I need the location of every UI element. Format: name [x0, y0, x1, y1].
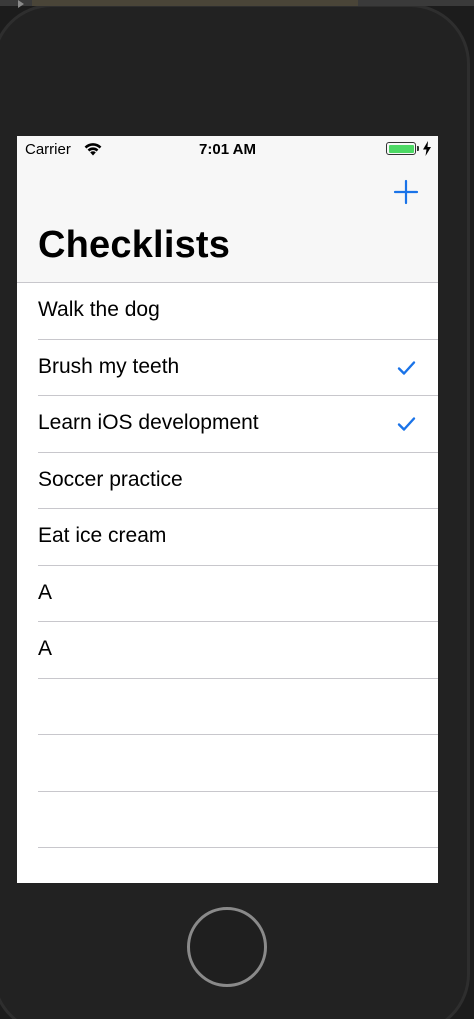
row-label: Learn iOS development [38, 411, 259, 434]
simulator-top-strip [0, 0, 474, 8]
table-row[interactable] [17, 679, 438, 735]
table-row[interactable]: Learn iOS development [17, 396, 438, 453]
page-title: Checklists [38, 224, 231, 266]
table-row[interactable]: Walk the dog [17, 283, 438, 340]
battery-nub [417, 146, 419, 151]
battery-fill [388, 144, 414, 153]
screen: Carrier 7:01 AM Checklists Walk the dog … [17, 136, 438, 883]
table-row[interactable]: A [17, 622, 438, 679]
row-label: A [38, 580, 53, 604]
table-row[interactable] [17, 792, 438, 848]
device-frame: Carrier 7:01 AM Checklists Walk the dog … [0, 0, 474, 1019]
charging-bolt-icon [423, 141, 431, 156]
checklist-table: Walk the dog Brush my teeth Learn iOS deve… [17, 283, 438, 883]
table-row[interactable]: Soccer practice [17, 453, 438, 509]
battery-icon [386, 142, 416, 155]
home-button[interactable] [187, 907, 267, 987]
row-label: Eat ice cream [38, 524, 167, 547]
status-time: 7:01 AM [199, 141, 256, 158]
add-item-button[interactable] [392, 178, 420, 206]
row-label: A [38, 637, 53, 660]
simulator-tab [32, 0, 358, 6]
checkmark-icon [397, 417, 416, 431]
navigation-bar: Checklists [17, 164, 438, 283]
table-row[interactable]: A [17, 566, 438, 622]
table-row[interactable]: Brush my teeth [17, 340, 438, 396]
status-bar: Carrier 7:01 AM [17, 136, 438, 164]
row-label: Brush my teeth [38, 354, 180, 378]
table-row[interactable] [17, 735, 438, 792]
row-label: Soccer practice [38, 467, 183, 491]
play-icon [18, 0, 24, 8]
table-row[interactable]: Eat ice cream [17, 509, 438, 566]
row-label: Walk the dog [38, 298, 160, 321]
plus-icon [393, 179, 419, 205]
table-row[interactable] [17, 848, 438, 883]
checkmark-icon [397, 360, 416, 375]
